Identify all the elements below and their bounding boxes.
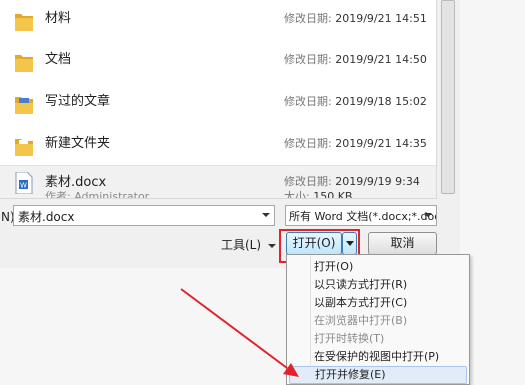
file-date: 修改日期: 2019/9/21 14:35: [284, 137, 427, 150]
file-name: 新建文件夹: [45, 136, 111, 151]
open-options-menu: 打开(O) 以只读方式打开(R) 以副本方式打开(C) 在浏览器中打开(B) 打…: [286, 254, 470, 385]
file-date: 修改日期: 2019/9/21 14:51: [284, 12, 427, 25]
file-row-document[interactable]: W 素材.docx 作者: Administrator 修改日期: 2019/9…: [0, 165, 436, 199]
file-row-folder[interactable]: 材料 修改日期: 2019/9/21 14:51: [0, 0, 436, 39]
cancel-button-label: 取消: [390, 236, 415, 250]
open-file-dialog: 材料 修改日期: 2019/9/21 14:51 文档 修改日期: 2019/9…: [0, 0, 460, 268]
file-name: 文档: [45, 52, 72, 67]
tools-label: 工具(L): [221, 238, 262, 252]
file-date: 修改日期: 2019/9/21 14:50: [284, 53, 427, 66]
menu-item-open-and-repair[interactable]: 打开并修复(E): [289, 366, 467, 384]
menu-item-open-in-protected-view[interactable]: 在受保护的视图中打开(P): [289, 348, 467, 366]
filename-value: 素材.docx: [18, 210, 75, 224]
chevron-down-icon: [268, 243, 277, 248]
tools-menu-button[interactable]: 工具(L): [221, 236, 277, 253]
file-date: 修改日期: 2019/9/18 15:02: [284, 95, 427, 108]
file-list: 材料 修改日期: 2019/9/21 14:51 文档 修改日期: 2019/9…: [0, 0, 437, 199]
file-date: 修改日期: 2019/9/19 9:34: [284, 175, 420, 188]
file-row-folder[interactable]: 文档 修改日期: 2019/9/21 14:50: [0, 39, 436, 81]
menu-item-open-as-copy[interactable]: 以副本方式打开(C): [289, 294, 467, 312]
file-author: 作者: Administrator: [45, 190, 150, 199]
filetype-select[interactable]: 所有 Word 文档(*.docx;*.doc: [285, 205, 437, 226]
menu-item-open-read-only[interactable]: 以只读方式打开(R): [289, 276, 467, 294]
menu-item-open-in-browser: 在浏览器中打开(B): [314, 314, 408, 327]
folder-icon: [14, 51, 34, 73]
svg-text:W: W: [20, 182, 27, 190]
file-row-folder[interactable]: 写过的文章 修改日期: 2019/9/18 15:02: [0, 81, 436, 123]
folder-icon: [14, 135, 34, 157]
scrollbar-thumb[interactable]: [441, 0, 455, 194]
file-size: 大小: 150 KB: [284, 190, 353, 199]
chevron-down-icon[interactable]: [262, 213, 270, 217]
folder-icon: [14, 10, 34, 32]
menu-item-open[interactable]: 打开(O): [289, 258, 467, 276]
folder-with-documents-icon: [14, 93, 34, 115]
word-document-icon: W: [14, 171, 34, 195]
vertical-scrollbar[interactable]: [437, 0, 460, 199]
cancel-button[interactable]: 取消: [368, 232, 437, 255]
file-row-folder[interactable]: 新建文件夹 修改日期: 2019/9/21 14:35: [0, 123, 436, 165]
file-name: 材料: [45, 11, 72, 26]
file-name: 写过的文章: [45, 94, 111, 109]
menu-item-open-with-transform: 打开时转换(T): [314, 332, 385, 345]
filetype-value: 所有 Word 文档(*.docx;*.doc: [289, 210, 437, 223]
filename-input[interactable]: 素材.docx: [13, 205, 275, 226]
chevron-down-icon[interactable]: [424, 213, 432, 217]
